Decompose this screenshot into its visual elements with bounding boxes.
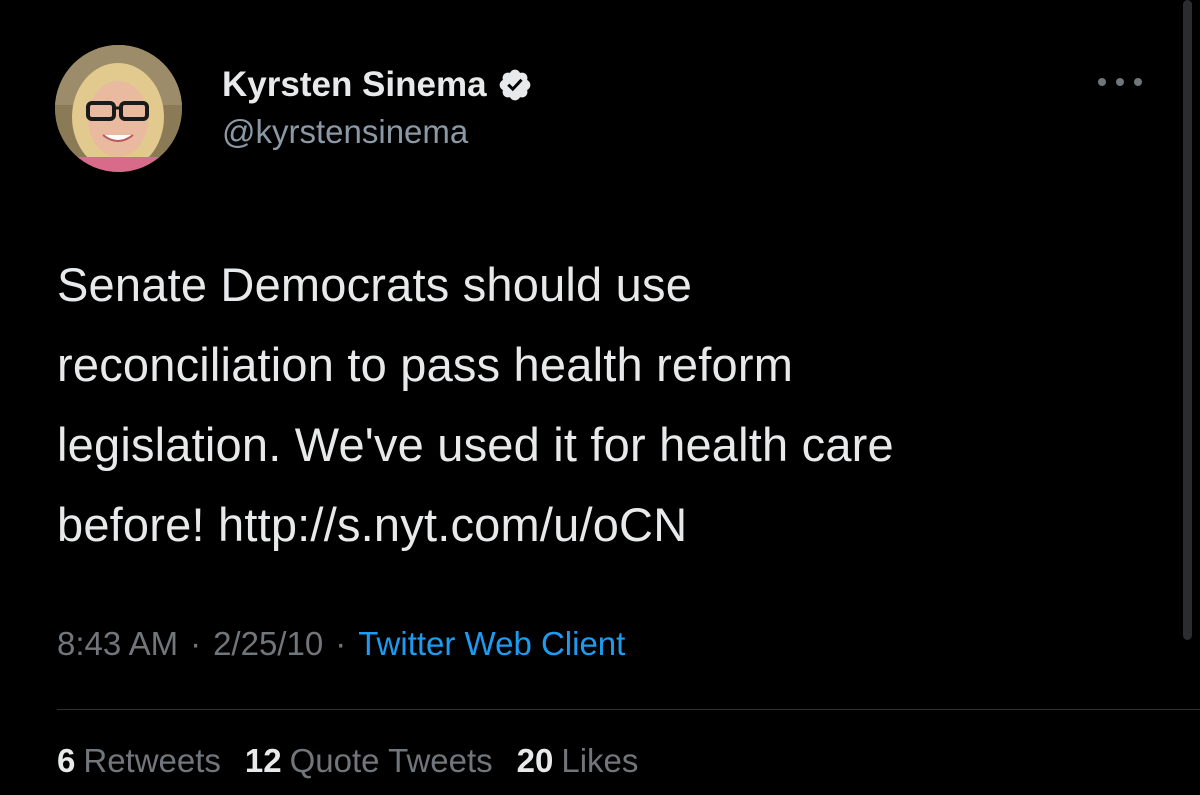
likes-stat[interactable]: 20 Likes: [517, 742, 639, 780]
meta-separator: ·: [190, 625, 202, 662]
avatar-image: [55, 45, 182, 172]
display-name[interactable]: Kyrsten Sinema: [222, 65, 487, 105]
more-dot: [1134, 78, 1142, 86]
tweet-date[interactable]: 2/25/10: [213, 625, 323, 663]
likes-label: Likes: [561, 742, 639, 779]
more-dot: [1098, 78, 1106, 86]
quote-tweets-stat[interactable]: 12 Quote Tweets: [245, 742, 493, 780]
tweet-text-line: Senate Democrats should use: [57, 258, 693, 311]
retweets-label: Retweets: [83, 742, 221, 779]
quote-tweets-count: 12: [244, 742, 282, 779]
scrollbar[interactable]: [1183, 0, 1192, 640]
tweet-text-line[interactable]: before! http://s.nyt.com/u/oCN: [57, 498, 687, 551]
tweet-source-link[interactable]: Twitter Web Client: [358, 625, 625, 663]
retweets-stat[interactable]: 6 Retweets: [57, 742, 221, 780]
avatar[interactable]: [55, 45, 182, 172]
verified-badge-icon: [497, 67, 533, 103]
tweet-text-line: legislation. We've used it for health ca…: [57, 418, 894, 471]
tweet: Kyrsten Sinema @kyrstensinema Senate Dem…: [0, 0, 1200, 795]
author-name-row[interactable]: Kyrsten Sinema: [222, 62, 533, 108]
quote-tweets-label: Quote Tweets: [289, 742, 493, 779]
likes-count: 20: [516, 742, 554, 779]
engagement-stats: 6 Retweets 12 Quote Tweets 20 Likes: [57, 742, 662, 780]
more-dot: [1116, 78, 1124, 86]
author-handle[interactable]: @kyrstensinema: [222, 113, 468, 151]
more-horizontal-icon[interactable]: [1098, 72, 1142, 92]
tweet-time[interactable]: 8:43 AM: [57, 625, 178, 663]
tweet-text-line: reconciliation to pass health reform: [57, 338, 794, 391]
divider: [57, 709, 1200, 710]
tweet-text: Senate Democrats should use reconciliati…: [57, 245, 1137, 565]
tweet-metadata: 8:43 AM · 2/25/10 · Twitter Web Client: [57, 625, 625, 663]
retweets-count: 6: [57, 742, 76, 779]
meta-separator: ·: [335, 625, 347, 662]
